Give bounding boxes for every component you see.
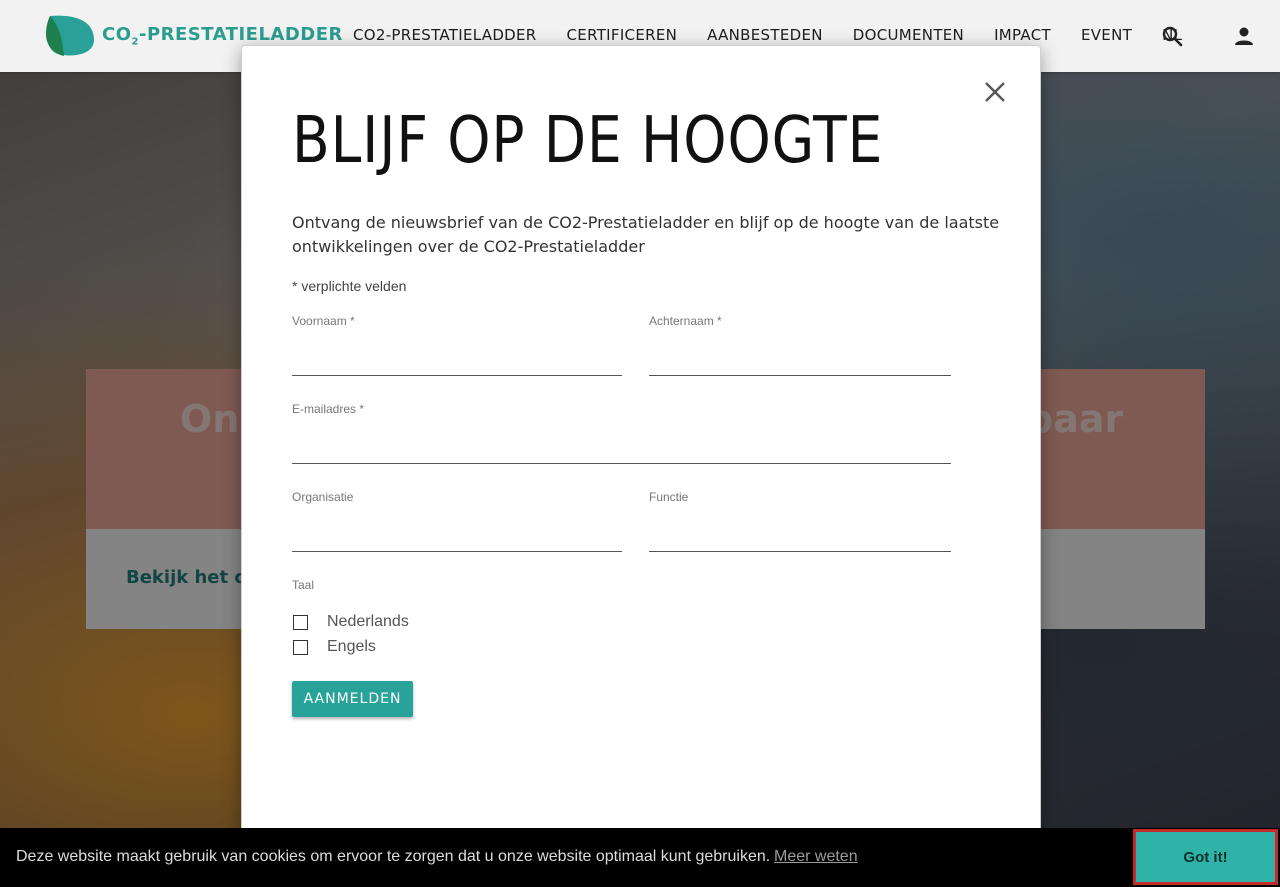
- role-input[interactable]: [649, 523, 951, 552]
- email-label: E-mailadres *: [292, 402, 365, 416]
- organization-label: Organisatie: [292, 490, 354, 504]
- last-name-input[interactable]: [649, 347, 951, 376]
- user-icon[interactable]: [1232, 24, 1256, 48]
- checkbox-label-engels: Engels: [327, 638, 376, 655]
- leaf-logo-icon: [46, 15, 94, 56]
- nav-item-certificeren[interactable]: CERTIFICEREN: [567, 26, 678, 44]
- nav-item-co2-prestatieladder[interactable]: CO2-PRESTATIELADDER: [353, 26, 537, 44]
- nav-item-documenten[interactable]: DOCUMENTEN: [853, 26, 964, 44]
- modal-title: BLIJF OP DE HOOGTE: [292, 104, 884, 178]
- cookie-more-info-link[interactable]: Meer weten: [774, 848, 858, 866]
- subscribe-button[interactable]: AANMELDEN: [292, 681, 413, 717]
- last-name-label: Achternaam *: [649, 314, 722, 328]
- language-label: Taal: [292, 578, 315, 592]
- close-icon[interactable]: [982, 79, 1008, 105]
- first-name-input[interactable]: [292, 347, 622, 376]
- cookie-accept-button[interactable]: Got it!: [1133, 829, 1278, 885]
- cookie-message: Deze website maakt gebruik van cookies o…: [16, 848, 771, 865]
- search-icon[interactable]: [1160, 24, 1184, 48]
- main-nav: CO2-PRESTATIELADDER CERTIFICEREN AANBEST…: [353, 26, 1212, 44]
- nav-item-event[interactable]: EVENT: [1081, 26, 1132, 44]
- role-label: Functie: [649, 490, 689, 504]
- required-fields-note: * verplichte velden: [292, 278, 407, 294]
- checkbox-nederlands[interactable]: [293, 615, 308, 630]
- modal-intro: Ontvang de nieuwsbrief van de CO2-Presta…: [292, 213, 1000, 256]
- nav-item-impact[interactable]: IMPACT: [994, 26, 1051, 44]
- nav-item-aanbesteden[interactable]: AANBESTEDEN: [707, 26, 823, 44]
- checkbox-label-nederlands: Nederlands: [327, 613, 409, 630]
- newsletter-modal: BLIJF OP DE HOOGTE Ontvang de nieuwsbrie…: [241, 45, 1041, 844]
- email-input[interactable]: [292, 435, 951, 464]
- organization-input[interactable]: [292, 523, 622, 552]
- checkbox-engels[interactable]: [293, 640, 308, 655]
- cookie-banner: Deze website maakt gebruik van cookies o…: [0, 828, 1280, 887]
- first-name-label: Voornaam *: [292, 314, 355, 328]
